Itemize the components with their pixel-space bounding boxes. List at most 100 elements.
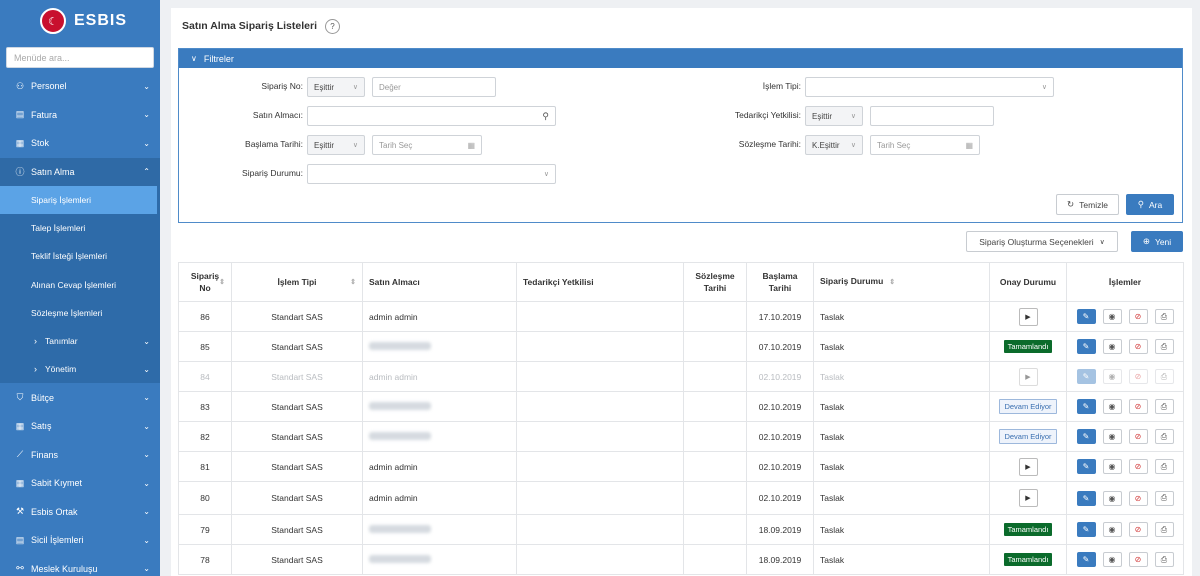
sidebar-item-3[interactable]: ⓘ Satın Alma ⌃ xyxy=(0,157,160,186)
sidebar-item-9[interactable]: ▤ Sicil İşlemleri ⌄ xyxy=(0,526,160,555)
sort-icon[interactable]: ⇕ xyxy=(350,277,356,289)
edit-icon[interactable]: ✎ xyxy=(1076,490,1096,506)
edit-icon[interactable]: ✎ xyxy=(1076,399,1096,414)
col-siparis-no[interactable]: Sipariş No ⇕ xyxy=(178,262,232,302)
eye-icon[interactable]: ◉ xyxy=(1102,399,1122,414)
submenu-item-6[interactable]: › Yönetim ⌄ xyxy=(0,355,160,383)
eye-icon[interactable]: ◉ xyxy=(1102,522,1122,537)
unlink-icon[interactable]: ⊘ xyxy=(1128,522,1148,537)
print-icon[interactable]: ⎙ xyxy=(1154,552,1174,567)
sidebar-item-1[interactable]: ▤ Fatura ⌄ xyxy=(0,101,160,130)
islem-tipi-label: İşlem Tipi: xyxy=(762,81,801,91)
table-row[interactable]: 81 Standart SAS admin admin 02.10.2019 Tasla… xyxy=(178,451,1184,482)
sidebar-item-6[interactable]: ⟋ Finans ⌄ xyxy=(0,440,160,469)
unlink-icon[interactable]: ⊘ xyxy=(1128,339,1148,354)
print-icon[interactable]: ⎙ xyxy=(1154,522,1174,537)
play-icon[interactable]: ▶ xyxy=(1018,457,1038,476)
eye-icon[interactable]: ◉ xyxy=(1102,459,1122,474)
sozlesme-date-picker[interactable]: Tarih Seç ▦ xyxy=(870,135,980,155)
unlink-icon[interactable]: ⊘ xyxy=(1128,399,1148,414)
edit-icon[interactable]: ✎ xyxy=(1076,459,1096,474)
edit-icon[interactable]: ✎ xyxy=(1076,309,1096,324)
orders-table: Sipariş No ⇕ İşlem Tipi ⇕ Satın Almacı Ted… xyxy=(178,262,1184,575)
table-row[interactable]: 86 Standart SAS admin admin 17.10.2019 Tasla… xyxy=(178,301,1184,332)
order-options-dropdown[interactable]: Sipariş Oluşturma Seçenekleri ∨ xyxy=(966,231,1118,252)
print-icon[interactable]: ⎙ xyxy=(1154,490,1174,506)
islem-tipi-cell: Standart SAS xyxy=(231,331,363,362)
table-row[interactable]: 85 Standart SAS 07.10.2019 Taslak Tamamlandı… xyxy=(178,331,1184,362)
print-icon[interactable]: ⎙ xyxy=(1154,459,1174,474)
baslama-operator[interactable]: Eşittir ∨ xyxy=(307,135,365,155)
print-icon[interactable]: ⎙ xyxy=(1154,369,1174,384)
help-button[interactable]: ? xyxy=(325,18,340,34)
submenu-item-4[interactable]: Sözleşme İşlemleri xyxy=(0,299,160,327)
edit-icon[interactable]: ✎ xyxy=(1076,369,1096,384)
unlink-icon[interactable]: ⊘ xyxy=(1128,459,1148,474)
submenu-item-1[interactable]: Talep İşlemleri xyxy=(0,214,160,242)
tedarikci-input[interactable] xyxy=(870,106,994,126)
play-icon[interactable]: ▶ xyxy=(1018,367,1038,386)
filter-header[interactable]: ∨ Filtreler xyxy=(179,49,1182,68)
baslama-date-picker[interactable]: Tarih Seç ▦ xyxy=(372,135,482,155)
menu-search-input[interactable] xyxy=(14,48,146,67)
edit-icon[interactable]: ✎ xyxy=(1076,429,1096,444)
unlink-icon[interactable]: ⊘ xyxy=(1128,490,1148,506)
unlink-icon[interactable]: ⊘ xyxy=(1128,552,1148,567)
satin-almaci-input[interactable]: ⚲ xyxy=(307,106,556,126)
app-logo[interactable]: ☾ ESBIS xyxy=(0,0,160,42)
eye-icon[interactable]: ◉ xyxy=(1102,429,1122,444)
col-siparis-durumu[interactable]: Sipariş Durumu ⇕ xyxy=(813,262,990,302)
unlink-icon[interactable]: ⊘ xyxy=(1128,309,1148,324)
new-button[interactable]: ⊕ Yeni xyxy=(1131,231,1183,252)
sidebar-item-2[interactable]: ▦ Stok ⌄ xyxy=(0,129,160,158)
eye-icon[interactable]: ◉ xyxy=(1102,309,1122,324)
sort-icon[interactable]: ⇕ xyxy=(219,277,225,289)
sidebar-item-0[interactable]: ⚇ Personel ⌄ xyxy=(0,72,160,101)
siparis-durumu-label: Sipariş Durumu: xyxy=(242,168,303,178)
play-icon[interactable]: ▶ xyxy=(1018,489,1038,507)
siparis-durumu-select[interactable]: ∨ xyxy=(307,164,556,184)
table-row[interactable]: 82 Standart SAS 02.10.2019 Taslak Devam Ediy… xyxy=(178,421,1184,452)
sozlesme-operator[interactable]: K.Eşittir ∨ xyxy=(805,135,863,155)
submenu-item-2[interactable]: Teklif İsteği İşlemleri xyxy=(0,242,160,270)
sidebar-item-7[interactable]: ▦ Sabit Kıymet ⌄ xyxy=(0,469,160,498)
print-icon[interactable]: ⎙ xyxy=(1154,309,1174,324)
tedarikci-operator[interactable]: Eşittir ∨ xyxy=(805,106,863,126)
unlink-icon[interactable]: ⊘ xyxy=(1128,429,1148,444)
print-icon[interactable]: ⎙ xyxy=(1154,429,1174,444)
eye-icon[interactable]: ◉ xyxy=(1102,552,1122,567)
table-row[interactable]: 78 Standart SAS 18.09.2019 Taslak Tamamlandı… xyxy=(178,544,1184,575)
eye-icon[interactable]: ◉ xyxy=(1102,490,1122,506)
clear-button[interactable]: ↻ Temizle xyxy=(1056,194,1119,215)
unlink-icon[interactable]: ⊘ xyxy=(1128,369,1148,384)
sidebar-item-4[interactable]: ⛉ Bütçe ⌄ xyxy=(0,383,160,412)
sidebar-item-5[interactable]: ▦ Satış ⌄ xyxy=(0,412,160,441)
siparis-no-input[interactable]: Değer xyxy=(372,77,496,97)
submenu-item-0[interactable]: Sipariş İşlemleri xyxy=(0,186,157,215)
satin-almaci-td xyxy=(362,514,517,545)
col-islem-tipi[interactable]: İşlem Tipi ⇕ xyxy=(231,262,363,302)
print-icon[interactable]: ⎙ xyxy=(1154,399,1174,414)
edit-icon[interactable]: ✎ xyxy=(1076,552,1096,567)
sidebar-item-10[interactable]: ⚯ Meslek Kuruluşu ⌄ xyxy=(0,554,160,576)
table-row[interactable]: 83 Standart SAS 02.10.2019 Taslak Devam Ediy… xyxy=(178,391,1184,422)
sort-icon[interactable]: ⇕ xyxy=(889,279,895,286)
edit-icon[interactable]: ✎ xyxy=(1076,522,1096,537)
eye-icon[interactable]: ◉ xyxy=(1102,339,1122,354)
eye-icon[interactable]: ◉ xyxy=(1102,369,1122,384)
print-icon[interactable]: ⎙ xyxy=(1154,339,1174,354)
tedarikci-cell xyxy=(516,331,684,362)
submenu-item-5[interactable]: › Tanımlar ⌄ xyxy=(0,327,160,355)
table-row[interactable]: 80 Standart SAS admin admin 02.10.2019 Tasla… xyxy=(178,481,1184,515)
search-button[interactable]: ⚲ Ara xyxy=(1126,194,1174,215)
redacted-name xyxy=(369,341,431,350)
play-icon[interactable]: ▶ xyxy=(1018,307,1038,326)
table-row[interactable]: 79 Standart SAS 18.09.2019 Taslak Tamamlandı… xyxy=(178,514,1184,545)
durum-cell: Taslak xyxy=(813,451,990,482)
submenu-item-3[interactable]: Alınan Cevap İşlemleri xyxy=(0,271,160,299)
siparis-no-operator[interactable]: Eşittir ∨ xyxy=(307,77,365,97)
islem-tipi-select[interactable]: ∨ xyxy=(805,77,1054,97)
edit-icon[interactable]: ✎ xyxy=(1076,339,1096,354)
sidebar-item-8[interactable]: ⚒ Esbis Ortak ⌄ xyxy=(0,497,160,526)
table-row[interactable]: 84 Standart SAS admin admin 02.10.2019 Tasla… xyxy=(178,361,1184,392)
